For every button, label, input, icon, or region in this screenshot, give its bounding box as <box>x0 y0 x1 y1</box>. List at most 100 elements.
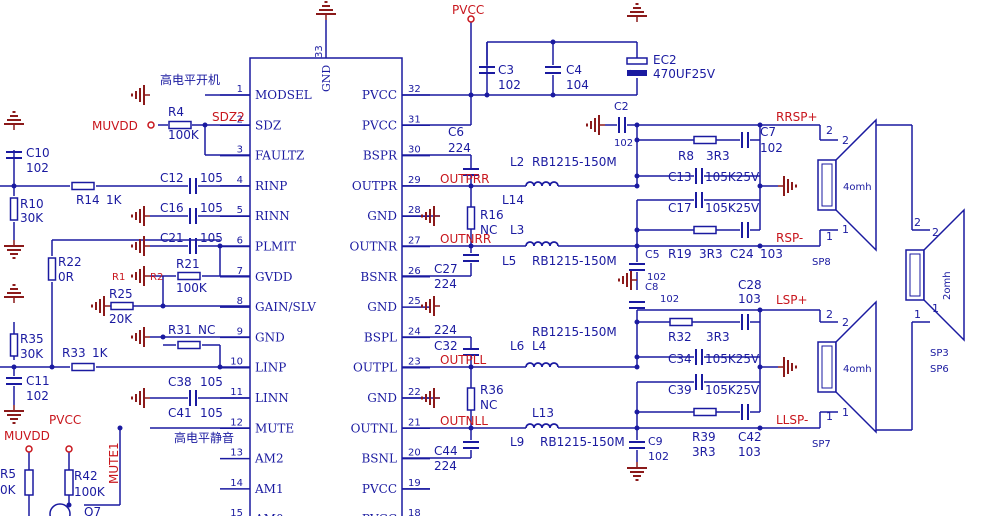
net-lsp-plus: LSP+ <box>776 293 808 307</box>
ic-left-pin-number: 14 <box>230 478 243 489</box>
ic-left-pin-number: 12 <box>230 417 243 428</box>
r19-ref: R19 <box>668 247 692 261</box>
ic-right-pin-name: OUTPR <box>352 179 398 193</box>
c44-val: 224 <box>434 459 457 473</box>
c41-ref: C41 <box>168 406 192 420</box>
net-sdz2: SDZ2 <box>212 110 245 124</box>
pvcc-top-label: PVCC <box>452 3 484 17</box>
ic-right-pin-number: 27 <box>408 236 421 247</box>
c9-ref: C9 <box>648 435 663 448</box>
r32-ref: R32 <box>668 330 692 344</box>
ic-left-pin-number: 9 <box>237 326 243 337</box>
ic-left-pin-name: AM1 <box>254 482 284 496</box>
sp7-pin2: 2 <box>826 308 833 321</box>
ic-right-pin-number: 21 <box>408 417 421 428</box>
ic-left-pin-name: GND <box>255 330 285 344</box>
ic-right-pin-number: 23 <box>408 357 421 368</box>
r25-ref: R25 <box>109 287 133 301</box>
sp7-pin2b: 2 <box>842 316 849 329</box>
ic-left-pin-number: 11 <box>230 387 243 398</box>
ic-right-pin-name: PVCC <box>362 482 397 496</box>
c21-ref: C21 <box>160 231 184 245</box>
r39-ref: R39 <box>692 430 716 444</box>
c2-ref: C2 <box>614 100 629 113</box>
ic-gnd-top-name: GND <box>320 65 333 92</box>
ic-right-pin-name: OUTNR <box>350 240 398 254</box>
c8-val: 102 <box>660 294 679 305</box>
r22-ref: R22 <box>58 255 82 269</box>
c28-ref: C28 <box>738 278 762 292</box>
ic-right-pin-number: 25 <box>408 296 421 307</box>
ic-right-pin-name: PVCC <box>362 512 397 516</box>
net-rsp-minus: RSP- <box>776 231 803 245</box>
c4-val: 104 <box>566 78 589 92</box>
ic-left-pin-name: AM0 <box>254 512 284 516</box>
sp8-pin1: 1 <box>826 230 833 243</box>
q7-ref: Q7 <box>84 505 101 516</box>
ic-right-pin-number: 31 <box>408 114 421 125</box>
sp8-pin1b: 1 <box>842 223 849 236</box>
c6-ref: C6 <box>448 125 464 139</box>
c28-val: 103 <box>738 292 761 306</box>
ic-left-pin-name: AM2 <box>254 452 284 466</box>
ic-right-pin-number: 26 <box>408 266 421 277</box>
ic-left-pin-name: LINN <box>255 391 289 405</box>
ic-left-pin-name: MUTE <box>255 421 294 435</box>
ic-left-pin-number: 5 <box>237 205 243 216</box>
r8-ref: R8 <box>678 149 694 163</box>
c34-val: 105K25V <box>705 352 760 366</box>
net-outpll: OUTPLL <box>440 353 486 367</box>
ic-right-pin-name: BSNR <box>360 270 398 284</box>
l4-ref: L4 <box>532 339 546 353</box>
l2-ref: L2 <box>510 155 524 169</box>
c44-ref: C44 <box>434 444 458 458</box>
ic-right-pin-name: GND <box>367 209 397 223</box>
l5-ref: L5 <box>502 254 516 268</box>
ic-right-pin-name: OUTPL <box>353 361 397 375</box>
c17-val: 105K25V <box>705 201 760 215</box>
ic-left-pin-name: RINN <box>255 209 290 223</box>
c5-ref: C5 <box>645 248 660 261</box>
ic-right-pin-number: 22 <box>408 387 421 398</box>
sp3-pin2: 2 <box>914 216 921 229</box>
r5-val: 0K <box>0 483 17 497</box>
c38-ref: C38 <box>168 375 192 389</box>
ic-right-pin-number: 32 <box>408 84 421 95</box>
r14-ref: R14 <box>76 193 100 207</box>
ec2-ref: EC2 <box>653 53 677 67</box>
r32-val: 3R3 <box>706 330 730 344</box>
note-high-level-mute: 高电平静音 <box>174 430 234 445</box>
r5-ref: R5 <box>0 467 16 481</box>
c34-ref: C34 <box>668 352 692 366</box>
l6-ref: L6 <box>510 339 524 353</box>
c27-ref: C27 <box>434 262 458 276</box>
c21-val: 105 <box>200 231 223 245</box>
c41-val: 105 <box>200 406 223 420</box>
ic-right-pin-name: BSNL <box>361 452 397 466</box>
ic-left-pin-name: MODSEL <box>255 88 312 102</box>
sp7-pin1: 1 <box>826 410 833 423</box>
l9-ref: L9 <box>510 435 524 449</box>
c10-val: 102 <box>26 161 49 175</box>
ic-right-pin-number: 20 <box>408 448 421 459</box>
r33-val: 1K <box>92 346 109 360</box>
ic-left-pin-name: RINP <box>255 179 287 193</box>
c13-ref: C13 <box>668 170 692 184</box>
r36-val: NC <box>480 398 497 412</box>
r19-val: 3R3 <box>699 247 723 261</box>
l13-val: RB1215-150M <box>540 435 625 449</box>
c6-val: 224 <box>448 141 471 155</box>
schematic-canvas: GND 33 1 MODSEL 2 SDZ 3 FAULTZ 4 RINP 5 RINN 6 PLMI… <box>0 0 991 516</box>
r42-ref: R42 <box>74 469 98 483</box>
ic-left-pin-number: 15 <box>230 508 243 516</box>
net-llsp-minus: LLSP- <box>776 413 808 427</box>
svg-text:+: + <box>626 68 634 79</box>
c32-ref: C32 <box>434 339 458 353</box>
ic-left-pin-name: PLMIT <box>255 240 296 254</box>
sp6-ref: SP6 <box>930 364 949 375</box>
c24-val: 103 <box>760 247 783 261</box>
sp8-ref: SP8 <box>812 257 831 268</box>
r35-ref: R35 <box>20 332 44 346</box>
c27-val: 224 <box>434 277 457 291</box>
l3-val: RB1215-150M <box>532 254 617 268</box>
